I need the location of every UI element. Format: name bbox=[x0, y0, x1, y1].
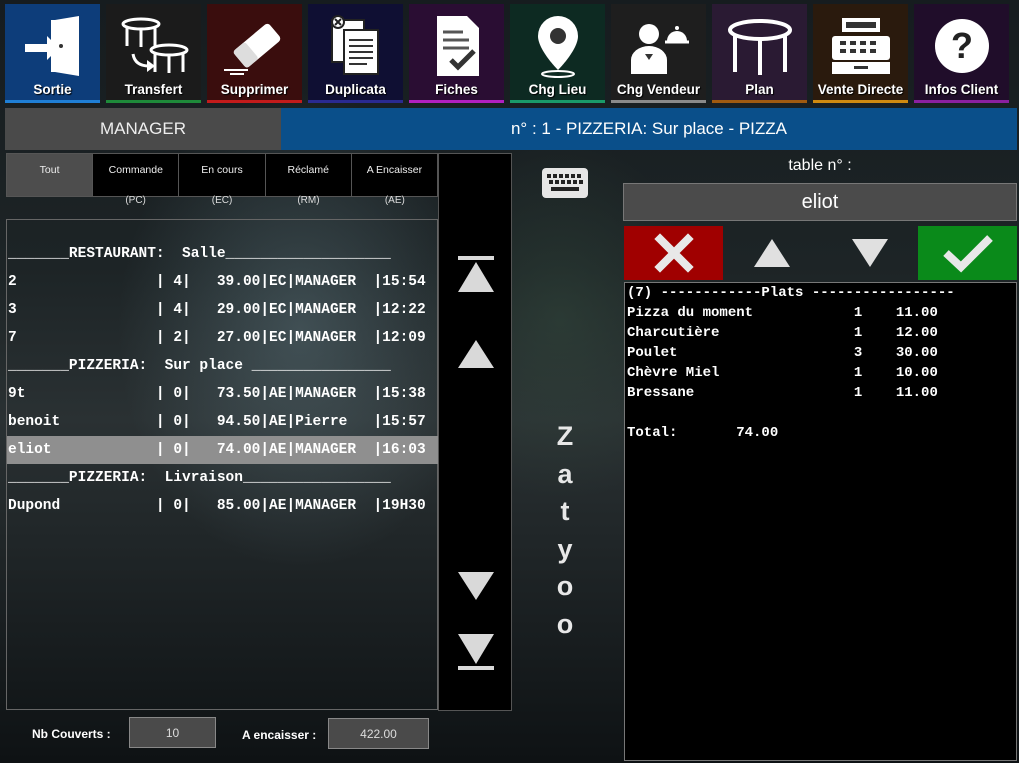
table-row[interactable]: 3 | 4| 29.00|EC|MANAGER |12:22 bbox=[7, 296, 439, 324]
vente-directe-button[interactable]: Vente Directe bbox=[813, 4, 908, 103]
question-icon: ? bbox=[914, 10, 1009, 82]
cash-register-icon bbox=[813, 10, 908, 82]
move-down-button[interactable] bbox=[820, 226, 919, 280]
list-section-header: _______PIZZERIA: Livraison______________… bbox=[8, 470, 391, 486]
checklist-icon bbox=[409, 10, 504, 82]
brand-letter: o bbox=[556, 608, 574, 639]
order-ticket: (7) ------------Plats ----------------- P… bbox=[624, 282, 1017, 761]
toolbar-button-label: Supprimer bbox=[220, 82, 289, 97]
tab-code: (EC) bbox=[211, 195, 233, 206]
toolbar-button-label: Chg Lieu bbox=[528, 82, 587, 97]
waiter-icon bbox=[611, 10, 706, 82]
tab-0[interactable]: Tout bbox=[7, 154, 94, 196]
current-user: MANAGER bbox=[5, 108, 281, 150]
transfer-tables-icon bbox=[106, 10, 201, 82]
list-section-header: _______RESTAURANT: Salle________________… bbox=[8, 246, 391, 262]
tab-1[interactable]: Commande bbox=[93, 154, 180, 196]
ticket-section-header: (7) ------------Plats ----------------- bbox=[627, 285, 955, 301]
check-icon bbox=[942, 235, 993, 273]
ticket-line: Bressane 1 11.00 bbox=[627, 385, 938, 401]
fiches-button[interactable]: Fiches bbox=[409, 4, 504, 103]
sortie-button[interactable]: Sortie bbox=[5, 4, 100, 103]
ticket-line: Pizza du moment 1 11.00 bbox=[627, 305, 938, 321]
brand-letter: a bbox=[557, 458, 573, 489]
tab-code: (RM) bbox=[297, 195, 320, 206]
order-info-bar: n° : 1 - PIZZERIA: Sur place - PIZZA bbox=[281, 108, 1017, 150]
ticket-line: Chèvre Miel 1 10.00 bbox=[627, 365, 938, 381]
brand-vertical: Zatyoo bbox=[548, 418, 582, 643]
table-name-field[interactable]: eliot bbox=[623, 183, 1017, 221]
tab-code: (AE) bbox=[384, 195, 405, 206]
covers-label: Nb Couverts : bbox=[32, 727, 111, 741]
exit-door-icon bbox=[5, 10, 100, 82]
chg-lieu-button[interactable]: Chg Lieu bbox=[510, 4, 605, 103]
tab-3[interactable]: Réclamé bbox=[266, 154, 352, 196]
brand-letter: y bbox=[557, 533, 573, 564]
table-row[interactable]: 2 | 4| 39.00|EC|MANAGER |15:54 bbox=[7, 268, 439, 296]
table-row[interactable]: 7 | 2| 27.00|EC|MANAGER |12:09 bbox=[7, 324, 439, 352]
close-icon bbox=[653, 233, 694, 273]
arrow-up-icon bbox=[753, 239, 790, 267]
brand-letter: t bbox=[560, 496, 570, 526]
filter-tabs: Tout Commande En cours Réclamé A Encaisser bbox=[6, 153, 438, 197]
eraser-icon bbox=[207, 10, 302, 82]
svg-text:?: ? bbox=[951, 25, 973, 66]
location-pin-icon bbox=[510, 10, 605, 82]
ticket-total: Total: 74.00 bbox=[627, 425, 779, 441]
tab-code: (PC) bbox=[125, 195, 146, 206]
table-row[interactable]: 9t | 0| 73.50|AE|MANAGER |15:38 bbox=[7, 380, 439, 408]
ticket-line: Charcutière 1 12.00 bbox=[627, 325, 938, 341]
table-row[interactable]: benoit | 0| 94.50|AE|Pierre |15:57 bbox=[7, 408, 439, 436]
tab-2[interactable]: En cours bbox=[179, 154, 266, 196]
scroll-column bbox=[438, 153, 512, 711]
table-label: table n° : bbox=[788, 157, 852, 174]
scroll-up-icon[interactable] bbox=[456, 334, 496, 374]
duplicata-button[interactable]: Duplicata bbox=[308, 4, 403, 103]
tab-4[interactable]: A Encaisser bbox=[352, 154, 437, 196]
arrow-down-icon bbox=[851, 239, 888, 267]
covers-field: 10 bbox=[129, 717, 216, 748]
move-up-button[interactable] bbox=[722, 226, 821, 280]
toolbar-button-label: Transfert bbox=[124, 82, 183, 97]
transfert-button[interactable]: Transfert bbox=[106, 4, 201, 103]
infos-client-button[interactable]: ? Infos Client bbox=[914, 4, 1009, 103]
toolbar-button-label: Vente Directe bbox=[817, 82, 904, 97]
plan-button[interactable]: Plan bbox=[712, 4, 807, 103]
duplicate-docs-icon bbox=[308, 10, 403, 82]
toolbar-button-label: Sortie bbox=[33, 82, 72, 97]
chg-vendeur-button[interactable]: Chg Vendeur bbox=[611, 4, 706, 103]
toolbar-button-label: Duplicata bbox=[325, 82, 386, 97]
table-icon bbox=[712, 10, 807, 82]
toolbar-button-label: Infos Client bbox=[924, 82, 999, 97]
brand-letter: o bbox=[556, 571, 574, 601]
cancel-button[interactable] bbox=[624, 226, 723, 280]
table-row[interactable]: eliot | 0| 74.00|AE|MANAGER |16:03 bbox=[7, 436, 439, 464]
toolbar-button-label: Fiches bbox=[435, 82, 478, 97]
to-collect-field: 422.00 bbox=[328, 718, 429, 749]
supprimer-button[interactable]: Supprimer bbox=[207, 4, 302, 103]
brand-letter: Z bbox=[556, 421, 574, 451]
scroll-down-icon[interactable] bbox=[456, 566, 496, 606]
scroll-bottom-icon[interactable] bbox=[456, 632, 496, 672]
filter-codes: (PC) (EC) (RM) (AE) bbox=[6, 195, 438, 220]
to-collect-label: A encaisser : bbox=[242, 728, 317, 742]
toolbar-button-label: Chg Vendeur bbox=[616, 82, 701, 97]
order-list: _______RESTAURANT: Salle________________… bbox=[6, 220, 439, 710]
ticket-line: Poulet 3 30.00 bbox=[627, 345, 938, 361]
confirm-button[interactable] bbox=[918, 226, 1017, 280]
scroll-top-icon[interactable] bbox=[456, 254, 496, 294]
list-section-header: _______PIZZERIA: Sur place _____________… bbox=[8, 358, 391, 374]
keyboard-icon[interactable] bbox=[541, 167, 589, 199]
tab-code bbox=[6, 195, 92, 219]
toolbar-button-label: Plan bbox=[745, 82, 774, 97]
toolbar: Sortie Transfert Supprimer Duplicata Fiches C… bbox=[0, 0, 1019, 104]
table-row[interactable]: Dupond | 0| 85.00|AE|MANAGER |19H30 bbox=[7, 492, 439, 520]
